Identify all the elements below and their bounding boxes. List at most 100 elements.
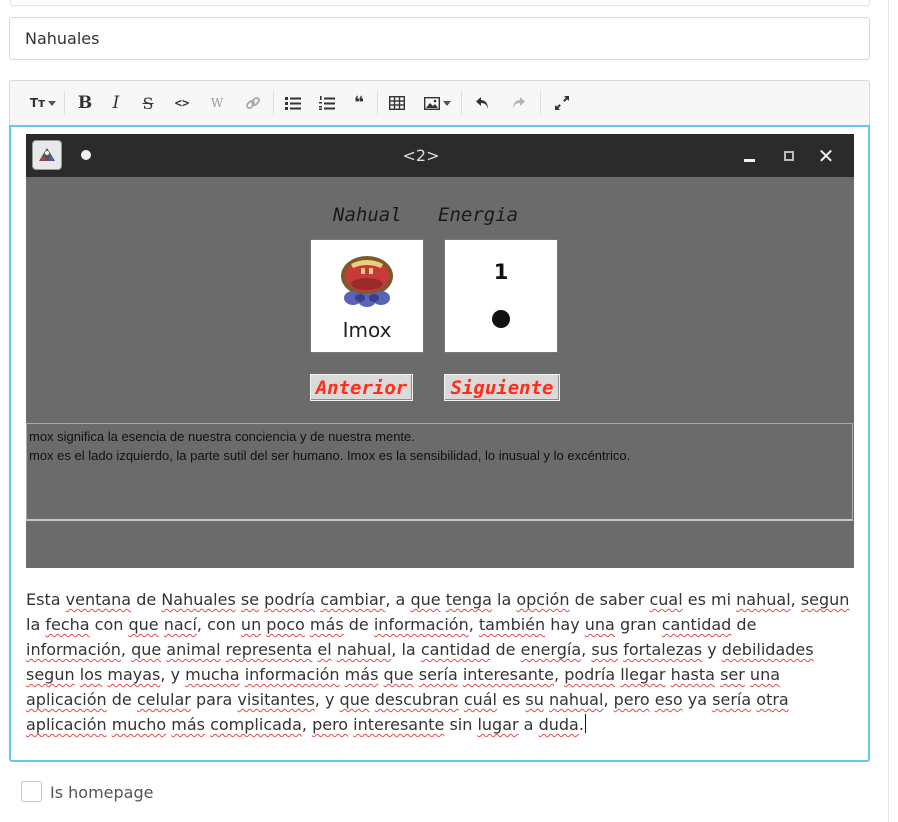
spellcheck-word: cantidad — [661, 615, 732, 634]
undo-icon — [476, 97, 488, 109]
markdown-editor: Tт B I S <> W ❝ <2> ✕ Nahual Energia Imo… — [9, 80, 870, 762]
energy-card: 1 — [444, 239, 558, 353]
chevron-down-icon — [442, 100, 451, 106]
spellcheck-word: una — [749, 665, 781, 684]
previous-button: Anterior — [310, 374, 413, 401]
fullscreen-button[interactable] — [551, 92, 573, 114]
body-paragraph-text: Esta ventana de Nahuales se podría cambi… — [26, 590, 850, 734]
homepage-checkbox[interactable] — [21, 781, 42, 802]
homepage-label: Is homepage — [50, 783, 154, 802]
spellcheck-word: información — [26, 640, 121, 659]
strikethrough-button[interactable]: S — [138, 92, 158, 114]
spellcheck-word: energía — [520, 640, 582, 659]
spellcheck-word: podría — [264, 590, 316, 609]
spellcheck-word: un — [240, 615, 262, 634]
wiki-button[interactable]: W — [207, 92, 227, 114]
spellcheck-word: poco — [266, 615, 305, 634]
spellcheck-word: ventana — [65, 590, 132, 609]
spellcheck-word: mayas — [107, 665, 161, 684]
nahual-name: Imox — [342, 318, 392, 342]
redo-icon — [513, 97, 525, 109]
spellcheck-word: pero — [613, 690, 650, 709]
spellcheck-word: nahual — [736, 590, 791, 609]
toolbar-divider — [64, 91, 65, 115]
expand-icon — [555, 96, 569, 110]
link-button[interactable] — [243, 92, 263, 114]
spellcheck-word: nací — [163, 615, 197, 634]
spellcheck-word: ser — [720, 665, 745, 684]
table-icon — [389, 96, 405, 110]
title-input[interactable]: Nahuales — [9, 17, 870, 60]
spellcheck-word: visitantes — [237, 690, 315, 709]
code-button[interactable]: <> — [172, 92, 192, 114]
minimize-icon — [738, 134, 760, 177]
numbered-list-button[interactable] — [316, 92, 338, 114]
bullet-list-button[interactable] — [282, 92, 304, 114]
image-icon — [423, 96, 440, 110]
spellcheck-word: representa — [225, 640, 313, 659]
body-paragraph: Esta ventana de Nahuales se podría cambi… — [26, 587, 856, 737]
redo-button[interactable] — [507, 92, 529, 114]
spellcheck-word: su — [525, 690, 544, 709]
spellcheck-word: eso — [654, 690, 683, 709]
spellcheck-word: que — [128, 615, 159, 634]
toolbar-divider — [273, 91, 274, 115]
spellcheck-word: sus — [591, 640, 619, 659]
spellcheck-word: fecha — [45, 615, 90, 634]
italic-button[interactable]: I — [106, 92, 126, 114]
spellcheck-word: animal — [166, 640, 221, 659]
spellcheck-word: tenga — [445, 590, 492, 609]
close-icon: ✕ — [817, 143, 835, 168]
spellcheck-word: cual — [649, 590, 683, 609]
spellcheck-word: sería — [418, 665, 458, 684]
spellcheck-word: hasta — [670, 665, 715, 684]
energy-dot-icon — [492, 310, 510, 328]
toolbar-divider — [461, 91, 462, 115]
bold-button[interactable]: B — [75, 92, 95, 114]
spellcheck-word: segun — [800, 590, 850, 609]
spellcheck-word: interesante — [462, 665, 555, 684]
spellcheck-word: más — [344, 665, 379, 684]
spellcheck-word: información — [373, 615, 469, 634]
spellcheck-word: los — [79, 665, 103, 684]
spellcheck-word: interesante — [353, 715, 445, 734]
numbered-list-icon — [319, 96, 335, 110]
spellcheck-word: otra — [756, 690, 789, 709]
energy-column-header: Energia — [438, 204, 519, 226]
quote-button[interactable]: ❝ — [348, 92, 370, 114]
toolbar-divider — [377, 91, 378, 115]
embedded-app-screenshot: <2> ✕ Nahual Energia Imox 1 Anterior Sig… — [26, 134, 854, 568]
maximize-icon — [778, 134, 800, 177]
app-titlebar: <2> ✕ — [26, 134, 854, 177]
spellcheck-word: segun — [26, 665, 75, 684]
bullet-list-icon — [285, 97, 301, 110]
chevron-down-icon — [48, 100, 57, 106]
text-size-label: Tт — [29, 96, 46, 110]
spellcheck-word: también — [478, 615, 546, 634]
next-button: Siguiente — [444, 374, 560, 401]
spellcheck-word: pero — [312, 715, 349, 734]
table-button[interactable] — [386, 92, 408, 114]
previous-field-edge — [10, 0, 870, 6]
nahual-column-header: Nahual — [333, 204, 402, 226]
spellcheck-word: mucha — [185, 665, 240, 684]
spellcheck-word: que — [383, 665, 414, 684]
imox-glyph-icon — [341, 256, 393, 307]
spellcheck-word: que — [131, 640, 162, 659]
spellcheck-word: lugar — [477, 715, 519, 734]
spellcheck-word: que — [339, 690, 370, 709]
spellcheck-word: cuál — [463, 690, 497, 709]
spellcheck-word: celular — [136, 690, 191, 709]
spellcheck-word: se — [240, 590, 260, 609]
spellcheck-word: podría — [564, 665, 616, 684]
description-textarea: mox significa la esencia de nuestra conc… — [26, 423, 853, 521]
editor-content-area[interactable]: <2> ✕ Nahual Energia Imox 1 Anterior Sig… — [9, 125, 870, 762]
undo-button[interactable] — [472, 92, 494, 114]
spellcheck-word: una — [584, 615, 615, 634]
toolbar-divider — [540, 91, 541, 115]
spellcheck-word: más — [171, 715, 205, 734]
text-cursor — [584, 714, 586, 733]
text-size-button[interactable]: Tт — [28, 92, 58, 114]
spellcheck-word: sería — [712, 690, 752, 709]
image-button[interactable] — [420, 92, 454, 114]
